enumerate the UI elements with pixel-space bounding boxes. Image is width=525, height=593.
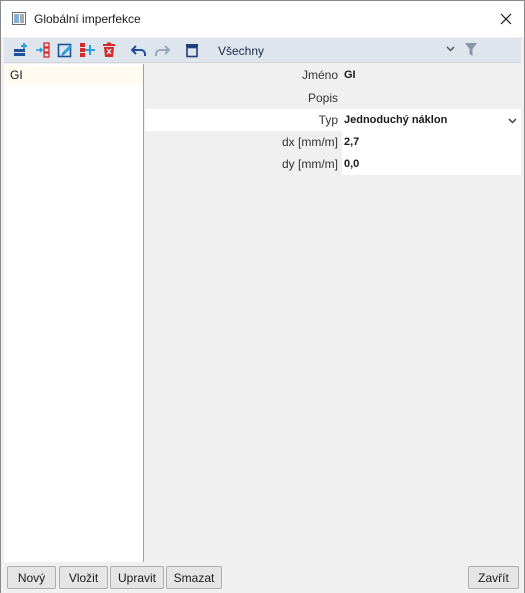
type-select[interactable]: Jednoduchý náklon xyxy=(342,109,521,131)
delete-action-button[interactable]: Smazat xyxy=(166,566,222,589)
property-row-dx: dx [mm/m] 2,7 xyxy=(145,131,521,153)
window-title: Globální imperfekce xyxy=(34,12,141,26)
filter-select[interactable]: Všechny xyxy=(218,44,264,58)
undo-icon xyxy=(131,45,146,56)
table-icon xyxy=(186,44,198,58)
close-window-button[interactable] xyxy=(488,1,524,37)
undo-button[interactable] xyxy=(130,41,148,59)
copy-button[interactable] xyxy=(78,41,96,59)
insert-action-button[interactable]: Vložit xyxy=(59,566,108,589)
filter-icon[interactable] xyxy=(464,42,478,57)
name-field[interactable]: GI xyxy=(342,64,521,86)
delete-button[interactable] xyxy=(100,41,118,59)
property-label: Jméno xyxy=(301,68,338,82)
insert-button[interactable] xyxy=(34,41,52,59)
property-label: Popis xyxy=(307,91,338,105)
item-list: GI xyxy=(4,64,144,562)
delete-icon xyxy=(103,42,115,57)
dy-field[interactable]: 0,0 xyxy=(342,153,521,175)
new-button[interactable]: Nový xyxy=(7,566,56,589)
button-bar: Nový Vložit Upravit Smazat Zavřít xyxy=(1,563,524,593)
edit-button[interactable] xyxy=(56,41,74,59)
property-label: dx [mm/m] xyxy=(282,135,338,149)
redo-button[interactable] xyxy=(153,41,171,59)
title-bar: Globální imperfekce xyxy=(1,1,524,37)
property-row-description: Popis xyxy=(145,87,521,109)
property-row-name: Jméno GI xyxy=(145,64,521,86)
toolbar: Všechny xyxy=(4,38,521,63)
edit-icon xyxy=(57,43,72,58)
property-row-type: Typ Jednoduchý náklon xyxy=(145,109,521,131)
chevron-down-icon[interactable] xyxy=(446,44,455,53)
close-icon xyxy=(500,13,512,25)
property-grid: Jméno GI Popis Typ Jednoduchý náklon dx … xyxy=(145,64,521,562)
new-row-button[interactable] xyxy=(12,41,30,59)
insert-icon xyxy=(36,42,50,58)
dx-field[interactable]: 2,7 xyxy=(342,131,521,153)
property-label: dy [mm/m] xyxy=(282,157,338,171)
table-view-button[interactable] xyxy=(183,41,201,59)
new-row-icon xyxy=(14,43,27,56)
type-select-value: Jednoduchý náklon xyxy=(344,114,448,126)
redo-icon xyxy=(155,45,170,56)
chevron-down-icon[interactable] xyxy=(508,116,517,125)
property-row-dy: dy [mm/m] 0,0 xyxy=(145,153,521,175)
description-field[interactable] xyxy=(342,87,521,109)
edit-action-button[interactable]: Upravit xyxy=(110,566,164,589)
app-icon xyxy=(12,12,26,25)
property-label: Typ xyxy=(318,113,338,127)
close-button[interactable]: Zavřít xyxy=(468,566,519,589)
dialog-window: Globální imperfekce Všechny GI Jméno GI … xyxy=(0,0,525,593)
list-item[interactable]: GI xyxy=(4,66,143,84)
copy-icon xyxy=(80,43,95,57)
